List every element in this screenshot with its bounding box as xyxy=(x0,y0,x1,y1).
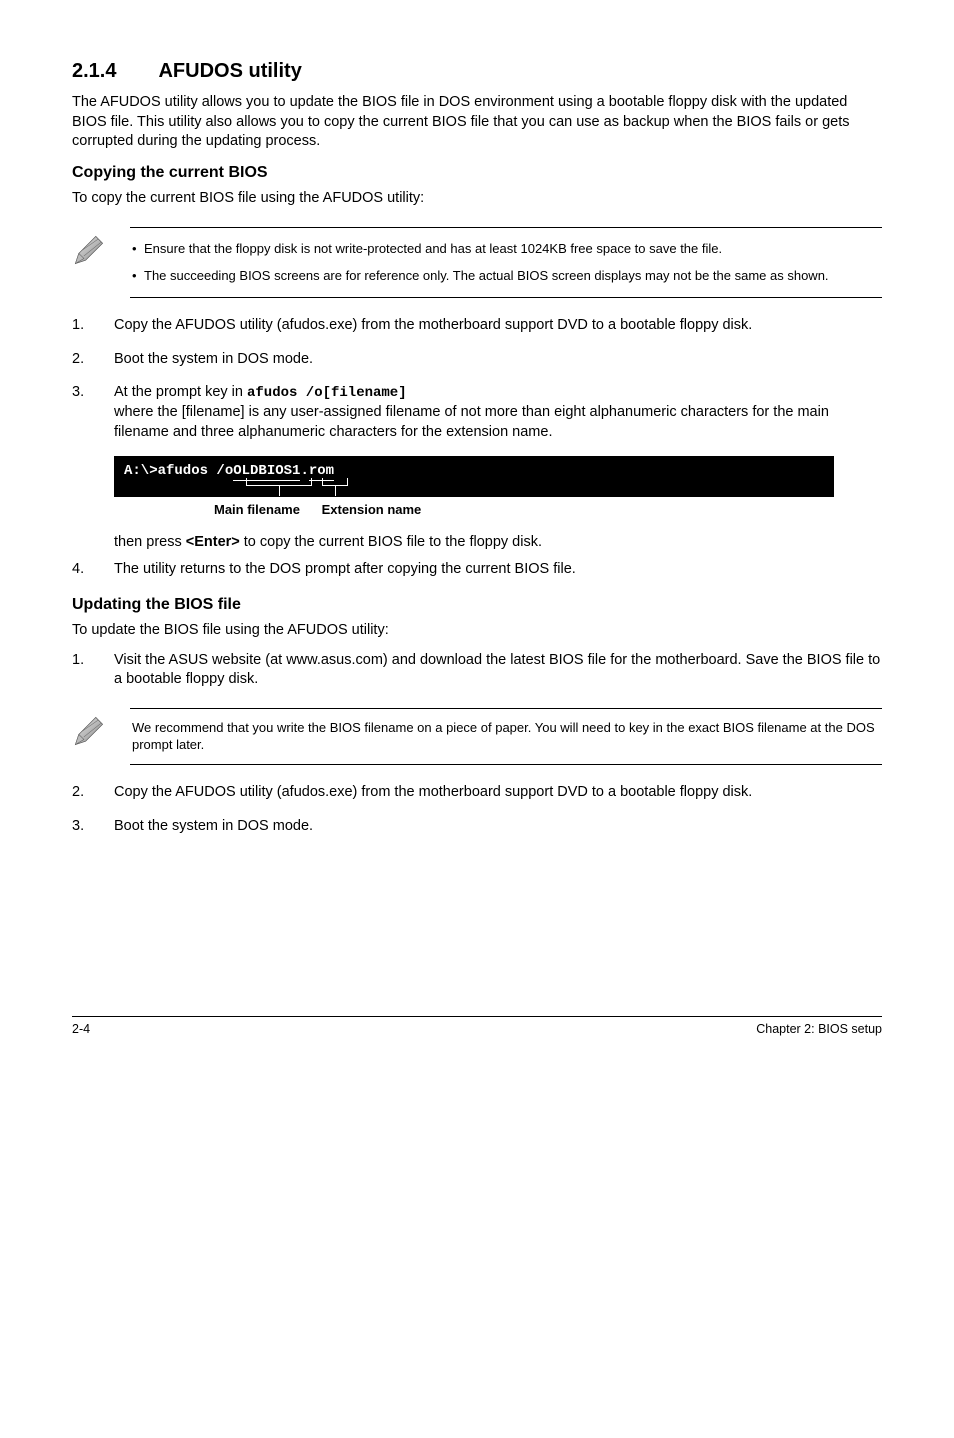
terminal: A:\>afudos /oOLDBIOS1.rom xyxy=(114,456,834,497)
intro-paragraph: The AFUDOS utility allows you to update … xyxy=(72,93,882,152)
step-number: 3. xyxy=(72,383,114,442)
press-enter-line: then press <Enter> to copy the current B… xyxy=(114,533,882,553)
enter-key: <Enter> xyxy=(186,534,240,550)
step-text: Boot the system in DOS mode. xyxy=(114,817,882,837)
bracket-main xyxy=(246,478,312,486)
step-item: 3. Boot the system in DOS mode. xyxy=(72,817,882,837)
step-item: 4. The utility returns to the DOS prompt… xyxy=(72,560,882,580)
bracket-ext xyxy=(322,478,348,486)
section-heading: 2.1.4 AFUDOS utility xyxy=(72,58,882,85)
terminal-labels: Main filename Extension name xyxy=(114,501,882,519)
copy-lead: To copy the current BIOS file using the … xyxy=(72,189,882,209)
step-item: 2. Boot the system in DOS mode. xyxy=(72,350,882,370)
step-3-pre: At the prompt key in xyxy=(114,384,247,400)
page-footer: 2-4 Chapter 2: BIOS setup xyxy=(72,1016,882,1038)
step-item: 3. At the prompt key in afudos /o[filena… xyxy=(72,383,882,442)
step-text: The utility returns to the DOS prompt af… xyxy=(114,560,882,580)
note-box: Ensure that the floppy disk is not write… xyxy=(72,227,882,298)
chapter-label: Chapter 2: BIOS setup xyxy=(756,1021,882,1038)
inline-code: afudos /o[filename] xyxy=(247,385,407,401)
step-number: 4. xyxy=(72,560,114,580)
pencil-icon xyxy=(72,714,106,748)
cmd-dot: . xyxy=(300,463,308,479)
cmd-prefix: A:\>afudos /o xyxy=(124,463,233,479)
steps-list: 4. The utility returns to the DOS prompt… xyxy=(72,560,882,580)
terminal-block: A:\>afudos /oOLDBIOS1.rom xyxy=(114,456,882,497)
step-item: 2. Copy the AFUDOS utility (afudos.exe) … xyxy=(72,783,882,803)
step-text: Copy the AFUDOS utility (afudos.exe) fro… xyxy=(114,783,882,803)
press-pre: then press xyxy=(114,534,186,550)
section-title: AFUDOS utility xyxy=(158,60,301,82)
note-content: We recommend that you write the BIOS fil… xyxy=(130,708,882,765)
page-number: 2-4 xyxy=(72,1021,90,1038)
step-number: 1. xyxy=(72,316,114,336)
step-text: Visit the ASUS website (at www.asus.com)… xyxy=(114,651,882,690)
copy-heading: Copying the current BIOS xyxy=(72,162,882,184)
label-extension-name: Extension name xyxy=(322,501,422,519)
updating-lead: To update the BIOS file using the AFUDOS… xyxy=(72,621,882,641)
note-item: Ensure that the floppy disk is not write… xyxy=(132,240,880,258)
step-item: 1. Copy the AFUDOS utility (afudos.exe) … xyxy=(72,316,882,336)
steps-list: 1. Visit the ASUS website (at www.asus.c… xyxy=(72,651,882,690)
note-box: We recommend that you write the BIOS fil… xyxy=(72,708,882,765)
step-3-body: where the [filename] is any user-assigne… xyxy=(114,404,829,440)
note-text: We recommend that you write the BIOS fil… xyxy=(132,717,880,756)
step-number: 3. xyxy=(72,817,114,837)
step-item: 1. Visit the ASUS website (at www.asus.c… xyxy=(72,651,882,690)
step-text: Boot the system in DOS mode. xyxy=(114,350,882,370)
steps-list: 2. Copy the AFUDOS utility (afudos.exe) … xyxy=(72,783,882,836)
step-number: 1. xyxy=(72,651,114,690)
pencil-icon xyxy=(72,233,106,267)
note-icon-col xyxy=(72,227,130,274)
note-content: Ensure that the floppy disk is not write… xyxy=(130,227,882,298)
note-icon-col xyxy=(72,708,130,755)
press-post: to copy the current BIOS file to the flo… xyxy=(240,534,542,550)
updating-heading: Updating the BIOS file xyxy=(72,594,882,616)
section-number: 2.1.4 xyxy=(72,60,116,82)
step-text: At the prompt key in afudos /o[filename]… xyxy=(114,383,882,442)
steps-list: 1. Copy the AFUDOS utility (afudos.exe) … xyxy=(72,316,882,442)
step-number: 2. xyxy=(72,350,114,370)
step-number: 2. xyxy=(72,783,114,803)
label-main-filename: Main filename xyxy=(214,501,300,519)
step-text: Copy the AFUDOS utility (afudos.exe) fro… xyxy=(114,316,882,336)
note-item: The succeeding BIOS screens are for refe… xyxy=(132,267,880,285)
